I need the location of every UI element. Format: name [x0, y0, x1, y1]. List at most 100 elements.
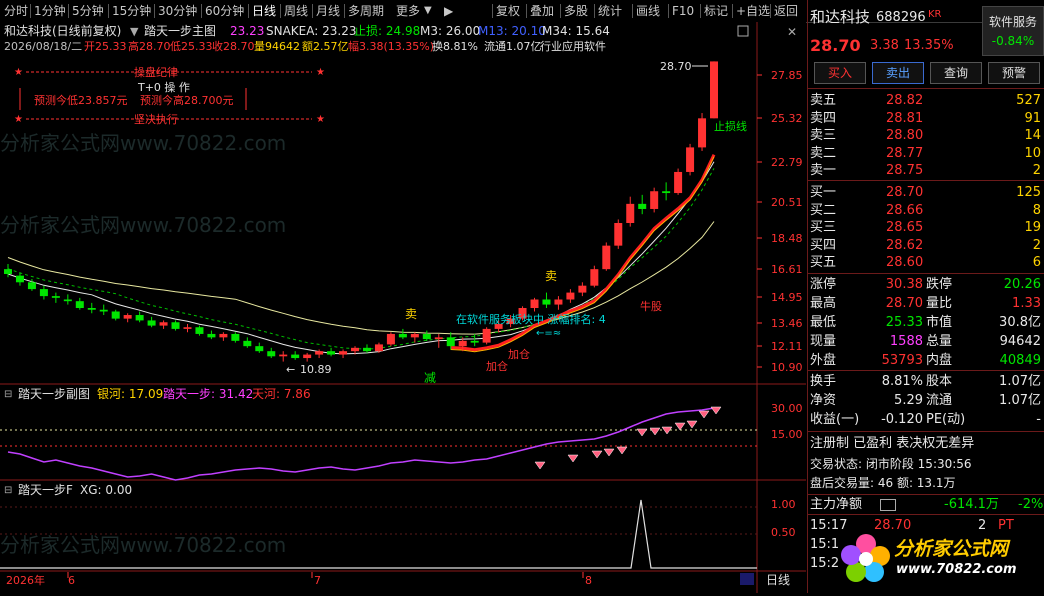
tool-mark[interactable]: 标记: [704, 3, 728, 19]
candle-body: [159, 322, 168, 326]
bid-label: 买二: [810, 202, 837, 218]
indicator-value: 23.23: [230, 24, 264, 38]
period-15min[interactable]: 15分钟: [112, 3, 151, 19]
tool-draw[interactable]: 画线: [636, 3, 660, 19]
ask-price: 28.82: [886, 93, 924, 108]
stat-label: 外盘: [810, 353, 837, 368]
kline-chart-area[interactable]: 分析家公式网www.70822.com 分析家公式网www.70822.com …: [0, 22, 806, 593]
period-monthly[interactable]: 月线: [316, 3, 340, 19]
fund-value: -0.120: [881, 412, 923, 427]
candle-body: [446, 337, 455, 347]
toolbar-arrow-right-icon[interactable]: ▶: [444, 3, 453, 19]
candle-body: [458, 340, 467, 347]
tool-overlay[interactable]: 叠加: [530, 3, 554, 19]
quote-panel: 和达科技 688296 KR 软件服务 -0.84% 28.70 3.38 13…: [807, 0, 1044, 593]
bar-float: 流通1.07亿: [484, 39, 542, 53]
tool-add-watch[interactable]: +自选: [736, 3, 770, 19]
tool-f10[interactable]: F10: [672, 3, 694, 19]
stat-label: 市值: [926, 315, 953, 330]
reduce-signal: 减: [424, 371, 436, 385]
quote-row: 卖四 28.81 91: [808, 109, 1044, 128]
bar-amplitude: 幅3.38(13.35%): [348, 40, 434, 53]
period-1min[interactable]: 1分钟: [34, 3, 66, 19]
tool-fuquan[interactable]: 复权: [496, 3, 520, 19]
close-icon[interactable]: ✕: [787, 25, 797, 39]
predict-high: 预测今高28.700元: [140, 93, 234, 107]
time-axis-period[interactable]: 日线: [766, 573, 790, 587]
candle-body: [63, 299, 72, 302]
toolbar-divider: [108, 4, 109, 18]
candle-body: [315, 351, 324, 355]
candle-body: [339, 351, 348, 355]
candle-body: [39, 289, 48, 297]
price-tick-label: 27.85: [771, 69, 803, 82]
chart-toggle-icon[interactable]: [880, 499, 896, 511]
bar-high: 高28.70: [128, 39, 171, 53]
quote-row: 买三 28.65 19: [808, 218, 1044, 237]
toolbar-divider: [594, 4, 595, 18]
sell-button[interactable]: 卖出: [872, 62, 924, 84]
bid-price: 28.65: [886, 220, 924, 236]
candle-body: [578, 285, 587, 293]
price-tick-label: 12.11: [771, 340, 803, 353]
candle-body: [267, 351, 276, 357]
tool-back[interactable]: 返回: [774, 3, 798, 19]
toolbar-divider: [668, 4, 669, 18]
period-30min[interactable]: 30分钟: [158, 3, 197, 19]
candle-body: [135, 315, 144, 321]
price-change-pct: 13.35%: [904, 38, 954, 53]
chevron-down-icon[interactable]: ▼: [130, 25, 139, 38]
sub2-xg: XG: 0.00: [80, 483, 132, 497]
discipline-label: 操盘纪律: [134, 65, 178, 79]
period-more[interactable]: 更多: [396, 3, 420, 19]
bar-amount: 额2.57亿: [302, 40, 349, 53]
bid-volume: 19: [1024, 220, 1041, 236]
tick-side: PT: [998, 518, 1014, 533]
stock-name: 和达科技: [810, 8, 871, 26]
period-fenshi[interactable]: 分时: [4, 3, 28, 19]
ask-price: 28.81: [886, 110, 924, 126]
last-price: 28.70: [810, 36, 861, 55]
price-tick-label: 18.48: [771, 232, 803, 245]
toolbar-divider: [312, 4, 313, 18]
quote-row: 涨停 30.38 跌停 20.26: [808, 275, 1044, 294]
fund-value: 1.07亿: [999, 374, 1041, 389]
scroll-handle[interactable]: [740, 573, 754, 585]
ask-label: 卖三: [810, 128, 837, 144]
quote-row: 卖一 28.75 2: [808, 161, 1044, 180]
bar-low: 低25.33: [170, 40, 213, 53]
stat-value: 1.33: [1012, 296, 1041, 311]
bid-volume: 125: [1016, 185, 1041, 200]
candle-body: [231, 333, 240, 341]
candle-body: [219, 333, 228, 338]
stat-label: 最低: [810, 315, 837, 330]
period-weekly[interactable]: 周线: [284, 3, 308, 19]
stop-line-label: 止损线: [714, 119, 747, 133]
low-price-pointer: ←: [286, 363, 295, 376]
buy-button[interactable]: 买入: [814, 62, 866, 84]
quote-row: 15:2: [808, 554, 1044, 573]
toolbar-divider: [344, 4, 345, 18]
period-daily[interactable]: 日线: [252, 3, 276, 19]
period-60min[interactable]: 60分钟: [205, 3, 244, 19]
period-multi[interactable]: 多周期: [348, 3, 384, 19]
fund-value: 1.07亿: [999, 393, 1041, 408]
period-5min[interactable]: 5分钟: [72, 3, 104, 19]
toolbar-divider: [632, 4, 633, 18]
query-button[interactable]: 查询: [930, 62, 982, 84]
toolbar-divider: [770, 4, 771, 18]
main-flow-label: 主力净额: [810, 497, 863, 512]
candle-body: [27, 282, 36, 290]
bar-open: 开25.33: [84, 40, 127, 53]
tool-stats[interactable]: 统计: [598, 3, 622, 19]
candle-body: [398, 333, 407, 338]
tool-multistock[interactable]: 多股: [564, 3, 588, 19]
panel-collapse-icon[interactable]: ⊟: [4, 389, 12, 400]
price-tick-label: 14.95: [771, 291, 803, 304]
panel-collapse-icon[interactable]: ⊟: [4, 485, 12, 496]
more-dropdown-icon[interactable]: ▼: [424, 3, 432, 19]
main-indicator-name[interactable]: 踏天一步主图: [144, 24, 216, 38]
candle-body: [542, 299, 551, 305]
ask-price: 28.77: [886, 145, 924, 161]
alert-button[interactable]: 预警: [988, 62, 1040, 84]
